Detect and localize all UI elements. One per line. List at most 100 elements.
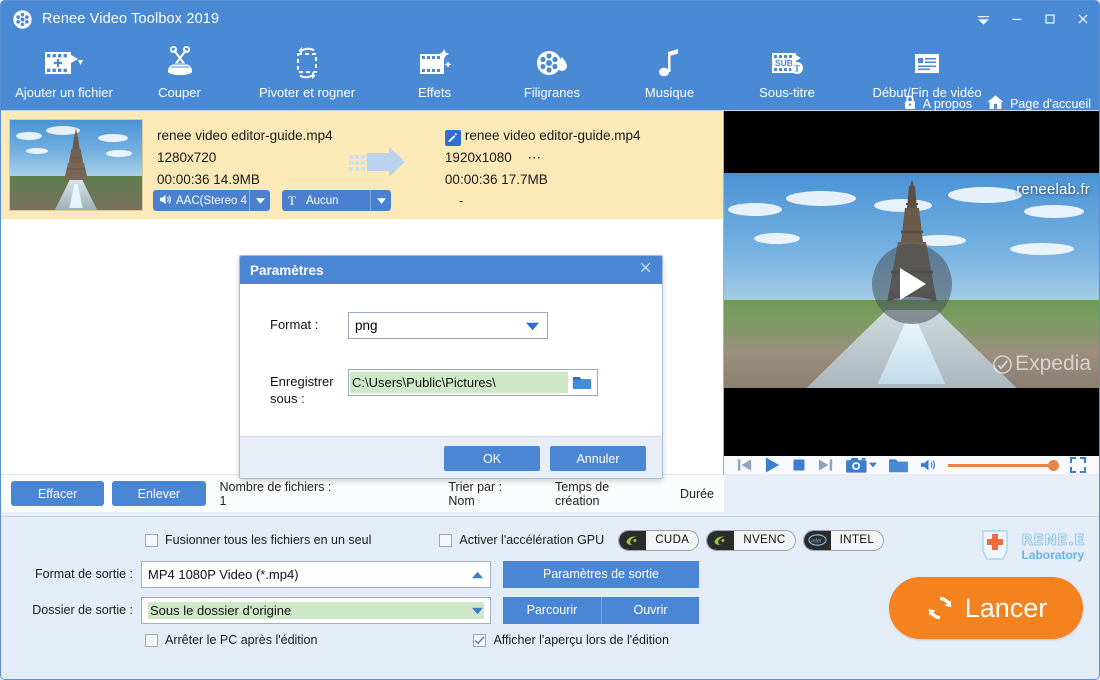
dialog-body: Format : png Enregistrer sous : C:\Users… [240,284,662,436]
subtitle-track-label: Aucun [305,194,339,207]
source-file-name: renee video editor-guide.mp4 [157,128,333,143]
caret-down-icon[interactable] [370,190,391,211]
dialog-cancel-button[interactable]: Annuler [550,446,646,471]
dialog-close-button[interactable] [638,260,653,280]
sort-by-creation-time[interactable]: Temps de création [555,480,656,508]
about-label: A propos [922,96,973,111]
play-button[interactable] [764,456,781,474]
dialog-saveas-row: Enregistrer sous : C:\Users\Public\Pictu… [240,369,662,407]
video-player[interactable]: Expedia reneelab.fr [724,111,1099,456]
snapshot-button[interactable] [845,456,877,474]
dialog-format-value: png [355,318,378,333]
video-intro-outro-icon [908,43,946,83]
open-output-button[interactable]: Ouvrir [601,596,699,624]
dialog-title-bar: Paramètres [240,256,662,284]
volume-slider[interactable] [948,459,1059,471]
play-overlay-button[interactable] [871,243,952,324]
settings-dialog: Paramètres Format : png Enregistrer sous… [239,255,663,479]
toolbar-item-effects[interactable]: Effets [382,37,487,111]
toolbar-item-music[interactable]: Musique [617,37,722,111]
target-more-ellipsis[interactable]: ⋯ [528,150,543,165]
dialog-saveas-label: Enregistrer sous : [270,374,334,406]
gpu-badge-intel[interactable]: intel INTEL [802,529,885,551]
svg-text:intel: intel [811,538,822,544]
gpu-badges: CUDA NVENC intel INTEL [618,529,885,551]
folder-browse-icon[interactable] [568,374,596,391]
dialog-saveas-value: C:\Users\Public\Pictures\ [350,372,568,393]
dialog-title: Paramètres [250,262,324,278]
subtitle-track-dropdown[interactable]: T Aucun [282,190,391,211]
output-settings-button[interactable]: Paramètres de sortie [503,560,699,588]
sort-by-duration[interactable]: Durée [680,487,714,501]
menu-chevron-button[interactable] [967,1,1000,37]
svg-text:SUB: SUB [775,58,793,68]
volume-knob[interactable] [1048,459,1059,471]
gpu-badge-cuda[interactable]: CUDA [618,529,700,551]
output-format-value: MP4 1080P Video (*.mp4) [148,566,299,582]
checkbox-box[interactable] [145,633,158,647]
toolbar-item-cut[interactable]: Couper [127,37,232,111]
dialog-format-select[interactable]: png [348,312,548,339]
merge-files-checkbox[interactable]: Fusionner tous les fichiers en un seul [145,533,371,547]
output-format-select[interactable]: MP4 1080P Video (*.mp4) [141,560,491,588]
toolbar-label-cut: Couper [158,85,201,100]
gpu-badge-nvenc[interactable]: NVENC [706,529,796,551]
caret-up-icon[interactable] [472,567,483,582]
caret-down-icon[interactable] [249,190,270,211]
dialog-saveas-field[interactable]: C:\Users\Public\Pictures\ [348,369,598,396]
toolbar-item-watermark[interactable]: Filigranes [487,37,617,111]
toolbar-item-subtitle[interactable]: SUB T Sous-titre [722,37,852,111]
maximize-button[interactable] [1033,1,1066,37]
skip-next-button[interactable] [817,457,834,473]
nvidia-logo-icon [619,530,647,550]
gpu-acceleration-checkbox[interactable]: Activer l'accélération GPU [439,533,604,547]
site-watermark: reneelab.fr [1016,181,1090,198]
shutdown-after-checkbox[interactable]: Arrêter le PC après l'édition [145,633,317,647]
close-button[interactable] [1066,1,1099,37]
fullscreen-button[interactable] [1069,456,1087,474]
homepage-label: Page d'accueil [1010,96,1091,111]
sort-by-name[interactable]: Trier par : Nom [448,480,531,508]
clear-button[interactable]: Effacer [11,481,105,506]
volume-button[interactable] [920,458,937,472]
minimize-button[interactable] [1000,1,1033,37]
start-button[interactable]: Lancer [889,577,1083,639]
scissors-icon [161,43,199,83]
gpu-badge-label: NVENC [743,534,786,546]
preview-panel: Expedia reneelab.fr [724,111,1099,474]
target-file-name: renee video editor-guide.mp4 [464,128,641,143]
video-thumbnail [9,119,143,211]
output-folder-value: Sous le dossier d'origine [148,601,484,619]
output-folder-select[interactable]: Sous le dossier d'origine [141,596,491,624]
nvidia-logo-icon [707,530,735,550]
show-preview-label: Afficher l'aperçu lors de l'édition [493,633,669,647]
toolbar-label-add-file: Ajouter un fichier [15,85,113,100]
window-title: Renee Video Toolbox 2019 [42,11,220,27]
checkbox-box[interactable] [145,533,158,547]
caret-down-icon[interactable] [526,318,539,333]
caret-down-icon[interactable] [472,603,483,618]
checkbox-box-checked[interactable] [473,633,487,647]
edit-pencil-icon[interactable] [444,129,461,146]
track-selectors: AAC(Stereo 4 T Aucun - [153,190,463,211]
toolbar-label-subtitle: Sous-titre [759,85,815,100]
target-resolution: 1920x1080 [444,150,512,165]
brand-name: RENE.E [1021,531,1085,550]
show-preview-checkbox[interactable]: Afficher l'aperçu lors de l'édition [473,633,669,647]
skip-previous-button[interactable] [736,457,753,473]
toolbar-item-rotate-crop[interactable]: Pivoter et rogner [232,37,382,111]
intel-logo-icon: intel [803,530,831,550]
dialog-ok-button[interactable]: OK [444,446,540,471]
shutdown-after-label: Arrêter le PC après l'édition [165,633,318,647]
toolbar-item-add-file[interactable]: Ajouter un fichier [1,37,127,111]
toolbar-label-watermark: Filigranes [523,85,581,100]
file-list-row[interactable]: renee video editor-guide.mp4 1280x720 00… [1,111,723,219]
dialog-footer: OK Annuler [240,436,662,478]
audio-track-dropdown[interactable]: AAC(Stereo 4 [153,190,270,211]
extra-cell: - [459,193,464,208]
stop-button[interactable] [792,458,806,472]
checkbox-box[interactable] [439,533,453,547]
browse-button[interactable]: Parcourir [503,596,601,624]
open-folder-button[interactable] [888,456,909,474]
remove-button[interactable]: Enlever [112,481,206,506]
